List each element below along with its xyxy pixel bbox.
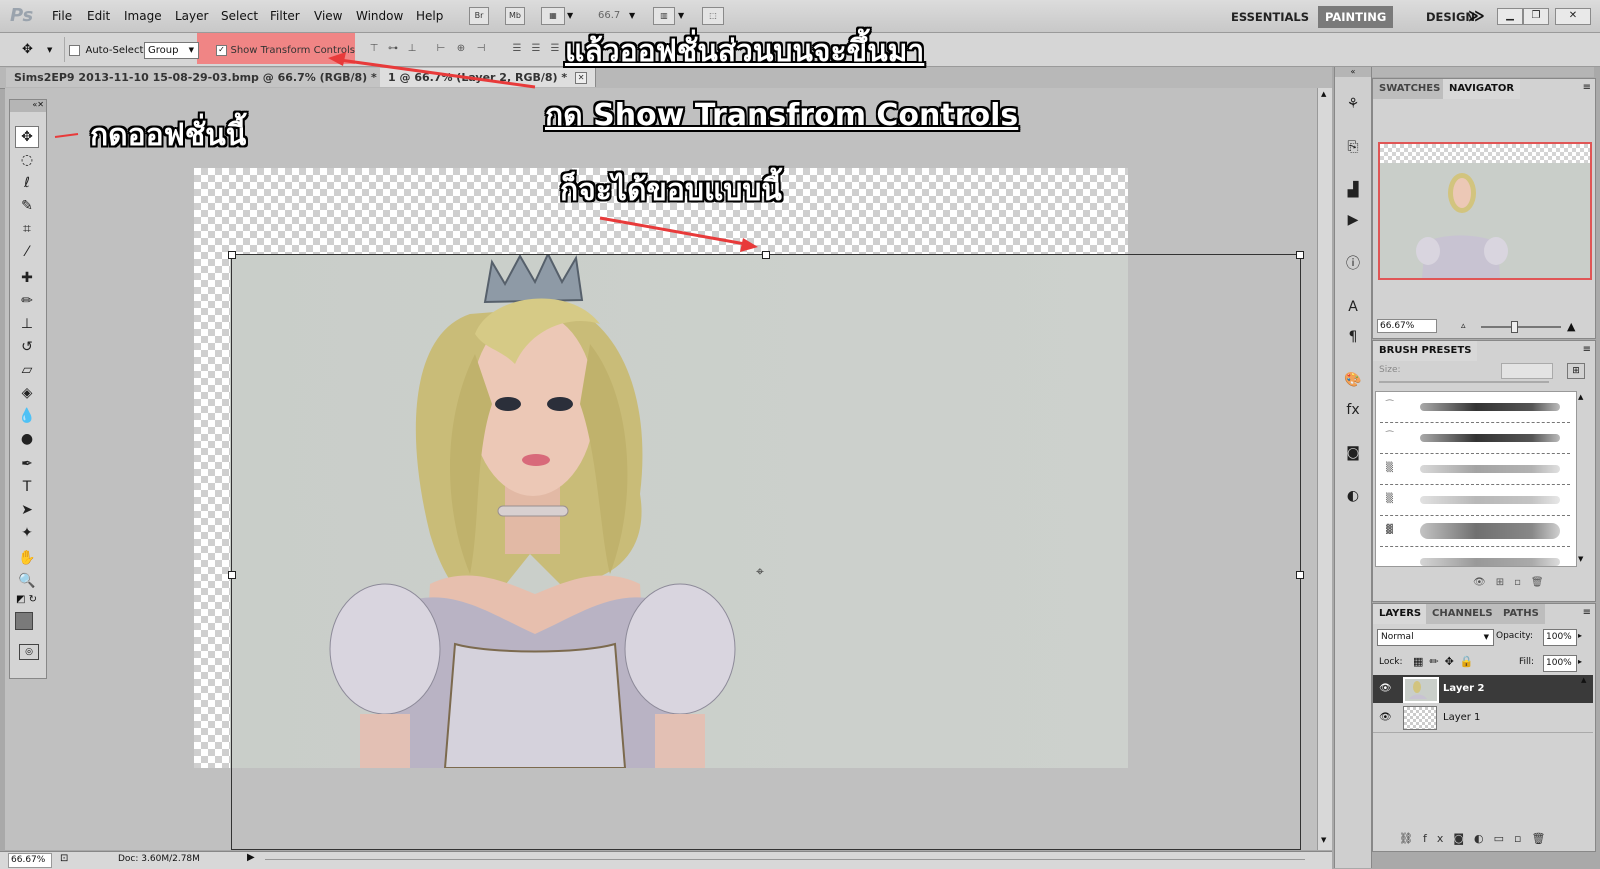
annotation-click-tool: กดออฟชั่นนี้ — [90, 118, 247, 153]
annotation-options-appear: แล้วออฟชั่นส่วนบนจะขึ้นมา — [565, 34, 925, 69]
annotation-border-result: ก็จะได้ขอบแบบนี้ — [560, 173, 782, 208]
annotation-show-transform: กด Show Transfrom Controls — [545, 98, 1019, 133]
